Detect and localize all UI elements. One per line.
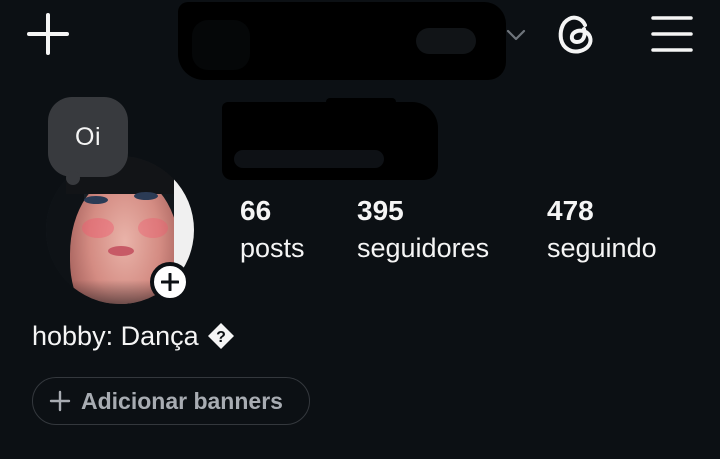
- posts-label: posts: [240, 233, 305, 263]
- threads-icon: [558, 15, 593, 54]
- add-story-button[interactable]: [150, 262, 190, 302]
- display-name-redacted: [222, 98, 438, 180]
- note-bubble[interactable]: Oi: [48, 97, 128, 185]
- following-count: 478: [547, 195, 594, 226]
- stat-followers[interactable]: 395 seguidores: [357, 194, 489, 268]
- threads-button[interactable]: [548, 8, 604, 60]
- chevron-down-icon: [506, 29, 526, 41]
- stat-posts[interactable]: 66 posts: [240, 194, 305, 268]
- bio-text: hobby: Dança: [32, 321, 199, 351]
- svg-text:?: ?: [216, 329, 226, 346]
- plus-icon: [161, 273, 179, 291]
- top-bar: [0, 0, 720, 80]
- note-text: Oi: [75, 122, 101, 151]
- unknown-character-icon: ?: [207, 322, 235, 350]
- add-banners-label: Adicionar banners: [81, 387, 283, 414]
- following-label: seguindo: [547, 233, 657, 263]
- followers-label: seguidores: [357, 233, 490, 263]
- menu-button[interactable]: [644, 8, 700, 60]
- plus-icon: [27, 13, 69, 55]
- create-button[interactable]: [20, 10, 76, 58]
- posts-count: 66: [240, 195, 272, 226]
- hamburger-menu-icon: [651, 16, 693, 52]
- username-redacted[interactable]: [178, 2, 506, 80]
- stat-following[interactable]: 478 seguindo: [547, 194, 657, 268]
- profile-bio: hobby: Dança ?: [32, 318, 235, 354]
- plus-icon: [49, 390, 71, 412]
- account-switcher-button[interactable]: [500, 22, 532, 48]
- followers-count: 395: [357, 195, 404, 226]
- add-banners-button[interactable]: Adicionar banners: [32, 377, 310, 425]
